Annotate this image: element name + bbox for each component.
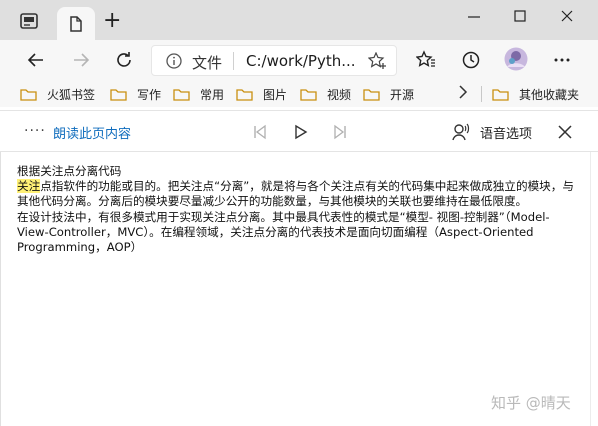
favorites-icon[interactable]: [415, 50, 436, 70]
document-icon: [69, 16, 83, 36]
forward-icon[interactable]: [71, 50, 91, 70]
bookmark-label: 其他收藏夹: [519, 87, 580, 102]
bookmark-folder[interactable]: 写作: [110, 85, 161, 103]
article-text: 根据关注点分离代码 关注点指软件的功能或目的。把关注点“分离”，就是将与各个关注…: [17, 164, 579, 255]
highlighted-word: 关注: [17, 179, 41, 194]
bookmarks-divider: [481, 86, 482, 102]
tab-actions-icon[interactable]: [20, 13, 38, 29]
folder-icon: [492, 88, 509, 101]
bookmark-label: 火狐书签: [47, 87, 96, 102]
close-reader-icon[interactable]: [557, 124, 573, 144]
bookmark-folder[interactable]: 开源: [363, 85, 414, 103]
paragraph-1: 关注点指软件的功能或目的。把关注点“分离”，就是将与各个关注点有关的代码集中起来…: [17, 179, 579, 209]
next-paragraph-icon[interactable]: [332, 124, 348, 144]
bookmark-folder[interactable]: 火狐书签: [20, 85, 95, 103]
bookmark-label: 常用: [200, 87, 225, 102]
new-tab-button[interactable]: +: [103, 10, 121, 32]
voice-options-icon[interactable]: [451, 122, 471, 146]
folder-icon: [236, 88, 253, 101]
address-divider: [233, 52, 234, 70]
scrollbar[interactable]: [590, 152, 598, 426]
voice-options-button[interactable]: 语音选项: [480, 123, 532, 142]
paragraph-1-text: 点指软件的功能或目的。把关注点“分离”，就是将与各个关注点有关的代码集中起来做成…: [17, 179, 574, 209]
paragraph-2: 在设计技法中，有很多模式用于实现关注点分离。其中最具代表性的模式是“模型- 视图…: [17, 209, 550, 255]
close-window-button[interactable]: [553, 6, 581, 28]
active-tab[interactable]: [57, 7, 95, 40]
url-text[interactable]: C:/work/Pyth...: [246, 52, 356, 70]
bookmark-label: 视频: [327, 87, 352, 102]
info-icon[interactable]: [166, 53, 182, 73]
bookmark-label: 图片: [263, 87, 288, 102]
avatar[interactable]: [504, 47, 528, 71]
bookmarks-bar: 火狐书签 写作 常用 图片 视频 开源 其他收藏夹: [0, 80, 598, 107]
more-options-icon[interactable]: [552, 50, 572, 70]
folder-icon: [363, 88, 380, 101]
bookmark-label: 开源: [390, 87, 415, 102]
maximize-button[interactable]: [506, 6, 534, 28]
minimize-button[interactable]: [460, 6, 488, 28]
history-icon[interactable]: [461, 50, 481, 70]
address-bar[interactable]: 文件 C:/work/Pyth...: [151, 45, 397, 76]
bookmark-folder[interactable]: 常用: [173, 85, 224, 103]
bookmark-label: 写作: [137, 87, 162, 102]
read-aloud-button[interactable]: 朗读此页内容: [53, 123, 131, 142]
scheme-label: 文件: [192, 54, 223, 72]
navigation-toolbar: 文件 C:/work/Pyth...: [0, 40, 598, 80]
play-icon[interactable]: [292, 124, 308, 144]
refresh-icon[interactable]: [114, 50, 134, 70]
folder-icon: [300, 88, 317, 101]
previous-paragraph-icon[interactable]: [252, 124, 268, 144]
folder-icon: [173, 88, 190, 101]
folder-icon: [110, 88, 127, 101]
other-favorites-folder[interactable]: 其他收藏夹: [492, 85, 579, 103]
article-heading: 根据关注点分离代码: [17, 164, 122, 178]
bookmark-folder[interactable]: 图片: [236, 85, 287, 103]
tab-bar: +: [0, 0, 598, 40]
chevron-right-icon[interactable]: [458, 85, 468, 103]
add-favorite-icon[interactable]: [367, 51, 388, 74]
back-icon[interactable]: [26, 50, 46, 70]
reader-menu-icon[interactable]: ····: [24, 123, 46, 139]
immersive-reader-toolbar: ···· 朗读此页内容 语音选项: [0, 110, 598, 152]
watermark: 知乎 @晴天: [491, 394, 571, 412]
page-content: 根据关注点分离代码 关注点指软件的功能或目的。把关注点“分离”，就是将与各个关注…: [0, 152, 590, 426]
folder-icon: [20, 88, 37, 101]
bookmark-folder[interactable]: 视频: [300, 85, 351, 103]
